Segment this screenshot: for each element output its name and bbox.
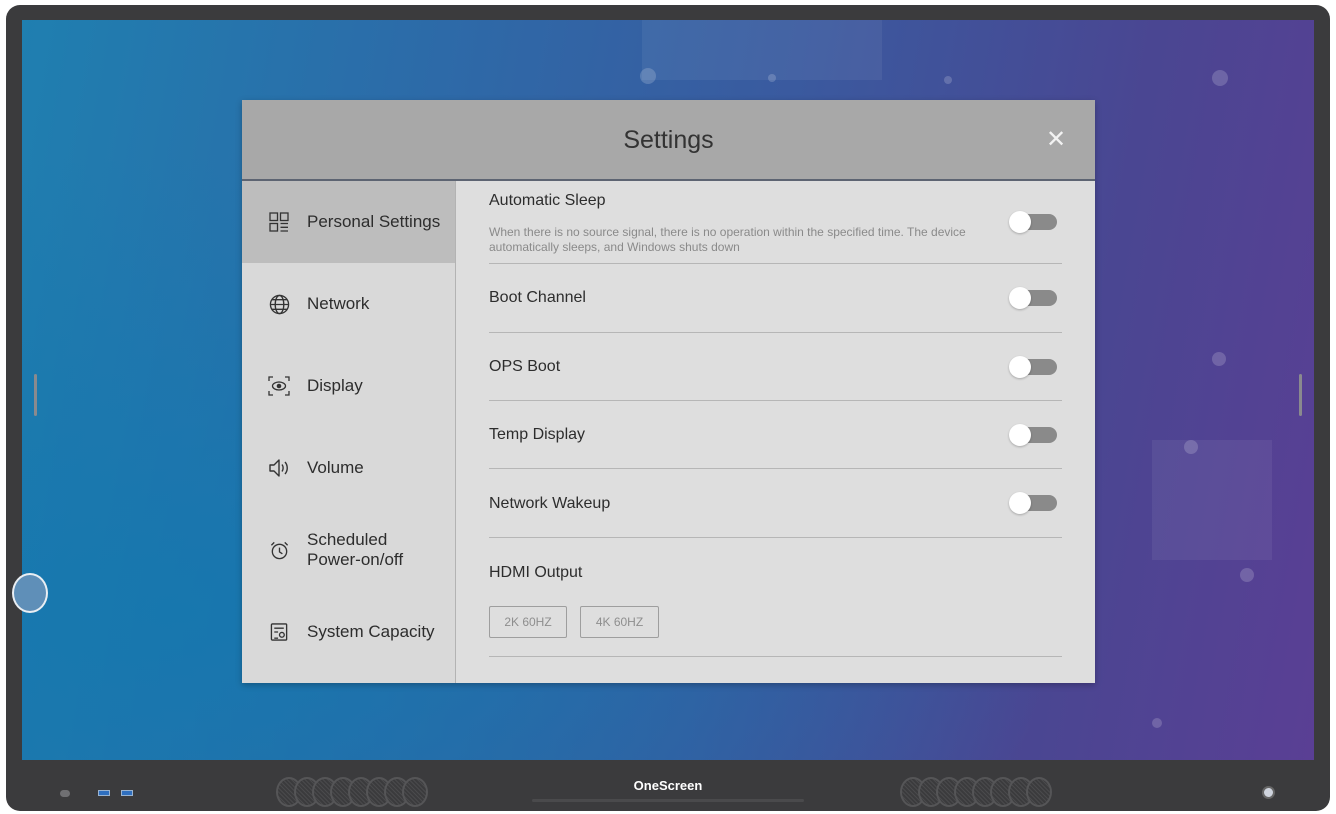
speaker-icon [268, 457, 290, 479]
alarm-clock-icon [268, 539, 290, 561]
right-side-handle[interactable] [1299, 374, 1302, 416]
sidebar-item-label: Network [307, 294, 370, 313]
hdmi-4k-60hz-button[interactable]: 4K 60HZ [580, 606, 659, 638]
decor-dot [1212, 70, 1228, 86]
sidebar-item-label: Personal Settings [307, 212, 441, 231]
sidebar-item-personal-settings[interactable]: Personal Settings [242, 181, 455, 263]
boot-channel-toggle[interactable] [1009, 287, 1057, 309]
sidebar-item-label: Volume [307, 458, 364, 477]
close-icon: ✕ [1045, 126, 1067, 153]
sidebar-item-system-capacity[interactable]: System Capacity [242, 591, 455, 673]
setting-title: Boot Channel [489, 289, 586, 306]
settings-dialog: Settings ✕ Personal Settings Network Dis… [242, 100, 1095, 683]
automatic-sleep-toggle[interactable] [1009, 211, 1057, 233]
close-button[interactable]: ✕ [1042, 126, 1070, 154]
setting-row-network-wakeup: Network Wakeup [489, 468, 1062, 538]
decor-dot [944, 76, 952, 84]
globe-icon [268, 293, 290, 315]
storage-icon [268, 621, 290, 643]
toggle-knob [1009, 287, 1031, 309]
setting-row-automatic-sleep: Automatic Sleep When there is no source … [489, 181, 1062, 264]
brand-logo: OneScreen [633, 778, 703, 793]
setting-row-ops-boot: OPS Boot [489, 332, 1062, 401]
toggle-knob [1009, 424, 1031, 446]
hdmi-2k-60hz-button[interactable]: 2K 60HZ [489, 606, 567, 638]
sidebar-item-label-line1: Scheduled [307, 530, 388, 549]
toggle-knob [1009, 211, 1031, 233]
setting-title: Temp Display [489, 426, 586, 443]
sidebar-item-scheduled-power[interactable]: Scheduled Power-on/off [242, 509, 455, 591]
setting-row-boot-channel: Boot Channel [489, 263, 1062, 333]
toggle-knob [1009, 356, 1031, 378]
setting-title: OPS Boot [489, 358, 561, 375]
decor-square [1152, 440, 1272, 560]
network-wakeup-toggle[interactable] [1009, 492, 1057, 514]
decor-dot [1212, 352, 1226, 366]
decor-square [642, 20, 882, 80]
eye-scan-icon [268, 375, 290, 397]
decor-dot [1152, 718, 1162, 728]
dialog-header: Settings ✕ [242, 100, 1095, 181]
decor-dot [1240, 568, 1254, 582]
dialog-title: Settings [623, 126, 714, 154]
setting-description: When there is no source signal, there is… [489, 225, 966, 254]
grid-icon [268, 211, 290, 233]
sidebar-item-network[interactable]: Network [242, 263, 455, 345]
setting-row-hdmi-output: HDMI Output [489, 537, 1062, 657]
settings-content: Automatic Sleep When there is no source … [489, 181, 1062, 683]
sidebar-item-volume[interactable]: Volume [242, 427, 455, 509]
toggle-knob [1009, 492, 1031, 514]
floating-menu-ball[interactable] [12, 573, 48, 613]
ops-boot-toggle[interactable] [1009, 356, 1057, 378]
setting-title: Automatic Sleep [489, 192, 606, 209]
brand-underline [532, 799, 804, 802]
light-sensor-icon [1262, 786, 1275, 799]
setting-title: Network Wakeup [489, 495, 611, 512]
settings-sidebar: Personal Settings Network Display Volume… [242, 181, 456, 683]
setting-row-temp-display: Temp Display [489, 400, 1062, 469]
setting-title: HDMI Output [489, 564, 583, 581]
sidebar-item-label: Scheduled Power-on/off [307, 530, 403, 570]
sidebar-item-label: Display [307, 376, 363, 395]
left-side-handle[interactable] [34, 374, 37, 416]
sidebar-item-display[interactable]: Display [242, 345, 455, 427]
sidebar-item-label: System Capacity [307, 622, 435, 641]
sidebar-item-label-line2: Power-on/off [307, 550, 404, 569]
temp-display-toggle[interactable] [1009, 424, 1057, 446]
